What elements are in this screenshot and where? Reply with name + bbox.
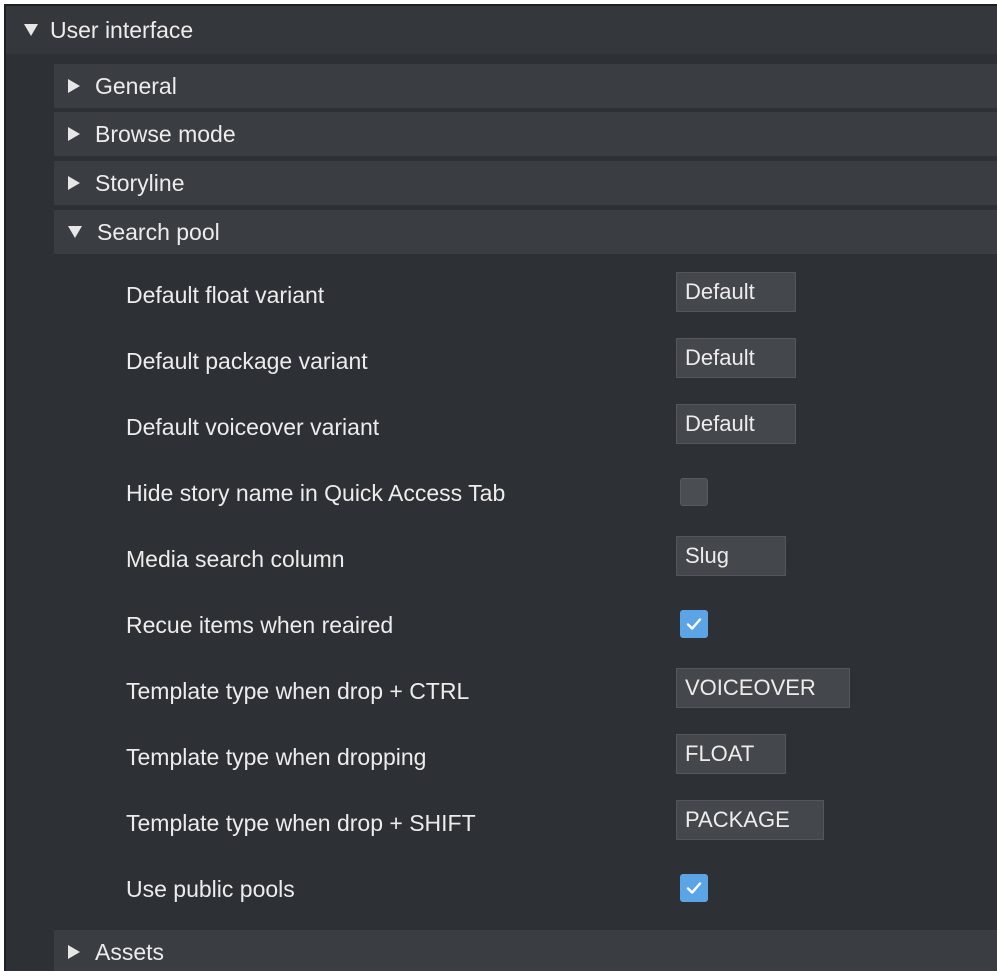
section-storyline[interactable]: Storyline (54, 161, 997, 205)
section-search-pool[interactable]: Search pool (54, 210, 997, 254)
section-title: Storyline (95, 169, 185, 196)
setting-label: Media search column (126, 546, 345, 572)
setting-label: Template type when drop + SHIFT (126, 810, 476, 836)
section-title: User interface (50, 16, 194, 43)
section-title: Browse mode (95, 120, 236, 147)
setting-label: Hide story name in Quick Access Tab (126, 480, 506, 506)
media-search-column-field[interactable]: Slug (676, 536, 786, 576)
checkmark-icon (686, 618, 702, 630)
setting-label: Default float variant (126, 282, 325, 308)
default-float-variant-field[interactable]: Default (676, 272, 796, 312)
setting-label: Recue items when reaired (126, 612, 394, 638)
setting-label: Template type when dropping (126, 744, 427, 770)
expand-triangle-icon (68, 176, 80, 190)
settings-panel: User interface General Browse mode Story… (4, 4, 997, 971)
section-title: Assets (95, 938, 165, 965)
setting-label: Default package variant (126, 348, 368, 374)
section-general[interactable]: General (54, 64, 997, 108)
default-voiceover-variant-field[interactable]: Default (676, 404, 796, 444)
expand-triangle-icon (68, 79, 80, 93)
collapse-triangle-icon (24, 24, 38, 36)
setting-label: Default voiceover variant (126, 414, 380, 440)
template-drop-shift-field[interactable]: PACKAGE (676, 800, 824, 840)
collapse-triangle-icon (68, 226, 82, 238)
expand-triangle-icon (68, 127, 80, 141)
section-title: Search pool (97, 218, 220, 245)
section-browse-mode[interactable]: Browse mode (54, 112, 997, 156)
section-title: General (95, 72, 177, 99)
hide-story-name-checkbox[interactable] (680, 478, 708, 506)
template-drop-ctrl-field[interactable]: VOICEOVER (676, 668, 850, 708)
section-user-interface[interactable]: User interface (6, 6, 997, 54)
default-package-variant-field[interactable]: Default (676, 338, 796, 378)
use-public-pools-checkbox[interactable] (680, 874, 708, 902)
checkmark-icon (686, 882, 702, 894)
template-dropping-field[interactable]: FLOAT (676, 734, 786, 774)
setting-label: Use public pools (126, 876, 295, 902)
expand-triangle-icon (68, 945, 80, 959)
recue-items-checkbox[interactable] (680, 610, 708, 638)
section-assets[interactable]: Assets (54, 930, 997, 971)
setting-label: Template type when drop + CTRL (126, 678, 470, 704)
